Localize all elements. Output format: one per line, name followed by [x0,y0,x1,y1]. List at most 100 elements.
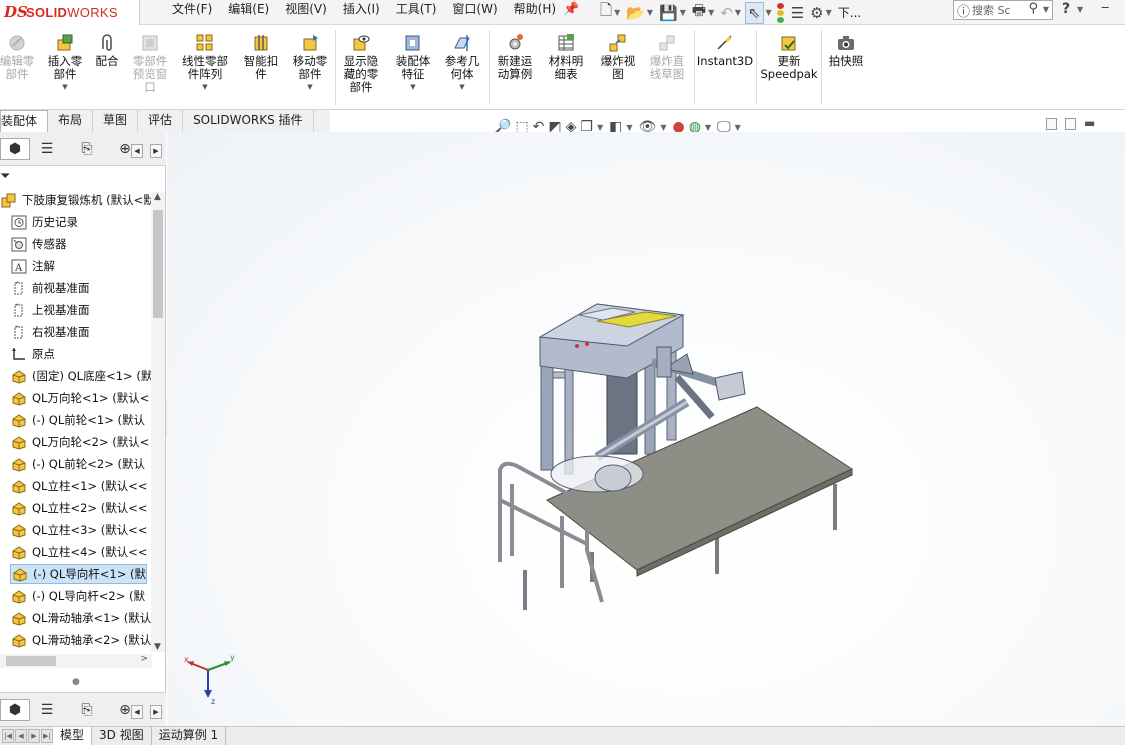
truncated-menu-button[interactable]: 下... [836,2,863,24]
print-button[interactable]: 🖶 ▼ [690,1,716,24]
chevron-down-icon[interactable]: ▼ [1043,5,1049,14]
next-tab-icon[interactable]: ▶ [28,729,40,743]
tree-item[interactable]: 前视基准面 [10,278,90,298]
tab-configuration-manager[interactable]: ⎘ [72,138,102,160]
chevron-down-icon[interactable]: ▼ [705,123,711,132]
scroll-right-icon[interactable]: ▶ [150,705,162,719]
tree-item[interactable]: (-) QL前轮<1> (默认 [10,410,145,430]
chevron-down-icon[interactable]: ▼ [62,83,67,91]
scrollbar-thumb[interactable] [153,210,163,318]
smart-fasteners-button[interactable]: 智能扣 件 [240,33,282,81]
last-tab-icon[interactable]: ▶| [41,729,53,743]
first-tab-icon[interactable]: |◀ [2,729,14,743]
menu-insert[interactable]: 插入(I) [335,0,388,25]
tab-property-manager-secondary[interactable]: ☰ [32,699,62,721]
graphics-area[interactable] [167,132,1125,728]
menu-edit[interactable]: 编辑(E) [220,0,277,25]
tree-item[interactable]: QL立柱<3> (默认<< [10,520,147,540]
panel-left-icon[interactable] [1046,118,1057,130]
chevron-down-icon[interactable]: ▼ [626,123,632,132]
undo-button[interactable]: ↶ ▼ [718,2,743,24]
exploded-view-button[interactable]: 爆炸视 图 [596,33,640,81]
tree-item[interactable]: 历史记录 [10,212,78,232]
tree-vertical-scrollbar[interactable]: ▲ ▼ [151,192,165,652]
tab-feature-manager-secondary[interactable]: ⬢ [0,699,30,721]
scroll-left-icon[interactable]: ◀ [131,705,143,719]
scroll-right-icon[interactable]: > [140,654,148,664]
reference-geometry-button[interactable]: 参考几 何体 ▼ [440,33,484,91]
open-button[interactable]: 📂 ▼ [624,2,655,24]
menu-window[interactable]: 窗口(W) [444,0,505,25]
tree-item[interactable]: QL立柱<4> (默认<< [10,542,147,562]
menu-help[interactable]: 帮助(H) [506,0,564,25]
assembly-features-button[interactable]: 装配体 特征 ▼ [390,33,436,91]
minimize-panel-icon[interactable]: ▬ [1084,117,1095,130]
filter-icon[interactable]: ⏷ [0,169,10,184]
tab-motion-study-1[interactable]: 运动算例 1 [152,727,227,745]
scroll-right-icon[interactable]: ▶ [150,144,162,158]
tab-model[interactable]: 模型 [53,727,93,745]
scroll-left-icon[interactable]: ◀ [131,144,143,158]
chevron-down-icon[interactable]: ▼ [202,83,207,91]
tree-item[interactable]: (固定) QL底座<1> (默 [10,366,152,386]
tree-item[interactable]: QL立柱<2> (默认<< [10,498,147,518]
tree-item[interactable]: QL万向轮<2> (默认< [10,432,149,452]
search-icon[interactable]: ⚲ [1028,1,1038,16]
select-button[interactable]: ⇖ [744,1,764,24]
menu-file[interactable]: 文件(F) [164,0,220,25]
tree-item[interactable]: A 注解 [10,256,55,276]
tree-item[interactable]: 上视基准面 [10,300,90,320]
tree-item[interactable]: QL万向轮<1> (默认< [10,388,149,408]
chevron-down-icon[interactable]: ▼ [459,83,464,91]
take-snapshot-button[interactable]: 拍快照 [824,33,868,68]
tab-3d-views[interactable]: 3D 视图 [92,727,152,745]
tab-property-manager[interactable]: ☰ [32,138,62,160]
panel-right-icon[interactable] [1065,118,1076,130]
tab-solidworks-addins[interactable]: SOLIDWORKS 插件 [183,110,314,132]
chevron-down-icon[interactable]: ▼ [307,83,312,91]
pin-menu-icon[interactable]: 📌 [563,2,579,17]
tree-item[interactable]: (-) QL导向杆<1> (默 [10,564,147,584]
component-preview-button[interactable]: 零部件 预览窗 口 [128,33,172,94]
edit-component-button[interactable]: 编辑零 部件 [0,33,34,81]
linear-pattern-button[interactable]: 线性零部 件阵列 ▼ [176,33,234,91]
tree-item[interactable]: QL滑动轴承<1> (默认 [10,608,151,628]
tab-sketch[interactable]: 草图 [93,110,139,132]
scroll-down-icon[interactable]: ▼ [154,642,161,652]
file-properties-button[interactable]: ☰ [789,2,806,24]
tree-horizontal-scrollbar[interactable]: > [0,654,152,668]
options-button[interactable]: ⚙ ▼ [808,2,834,24]
tree-item[interactable]: (-) QL前轮<2> (默认 [10,454,145,474]
menu-view[interactable]: 视图(V) [277,0,335,25]
bill-of-materials-button[interactable]: 材料明 细表 [544,33,588,81]
tree-item[interactable]: 右视基准面 [10,322,90,342]
help-dropdown-icon[interactable]: ▼ [1077,5,1083,14]
chevron-down-icon[interactable]: ▼ [660,123,666,132]
instant3d-button[interactable]: Instant3D [697,33,753,68]
tree-root-assembly[interactable]: 下肢康复锻炼机 (默认<默 [0,190,155,210]
scroll-up-icon[interactable]: ▲ [154,192,161,202]
tab-layout[interactable]: 布局 [48,110,94,132]
new-motion-study-button[interactable]: 新建运 动算例 [492,33,538,81]
search-box[interactable]: ⓘ 搜索 Sc ⚲ ▼ [953,0,1053,20]
chevron-down-icon[interactable]: ▼ [597,123,603,132]
tab-feature-manager[interactable]: ⬢ [0,138,30,160]
tab-evaluate[interactable]: 评估 [138,110,184,132]
insert-component-button[interactable]: 插入零 部件 ▼ [44,33,86,91]
explode-line-sketch-button[interactable]: 爆炸直 线草图 [644,33,690,81]
tree-item[interactable]: 原点 [10,344,55,364]
minimize-window-icon[interactable]: ‒ [1101,0,1109,15]
new-document-button[interactable]: 🗋 ▼ [598,1,622,24]
tree-item[interactable]: (-) QL导向杆<2> (默 [10,586,145,606]
tree-item[interactable]: QL滑动轴承<2> (默认 [10,630,151,650]
move-component-button[interactable]: 移动零 部件 ▼ [288,33,332,91]
assembly-model[interactable] [167,132,1125,728]
chevron-down-icon[interactable]: ▼ [735,123,741,132]
splitter-handle[interactable]: ● [72,677,80,687]
scrollbar-thumb[interactable] [6,656,56,666]
previous-tab-icon[interactable]: ◀ [15,729,27,743]
help-question-icon[interactable]: ? [1062,1,1070,17]
tree-item[interactable]: QL立柱<1> (默认<< [10,476,147,496]
rebuild-button[interactable] [774,2,787,24]
tab-configuration-manager-secondary[interactable]: ⎘ [72,699,102,721]
